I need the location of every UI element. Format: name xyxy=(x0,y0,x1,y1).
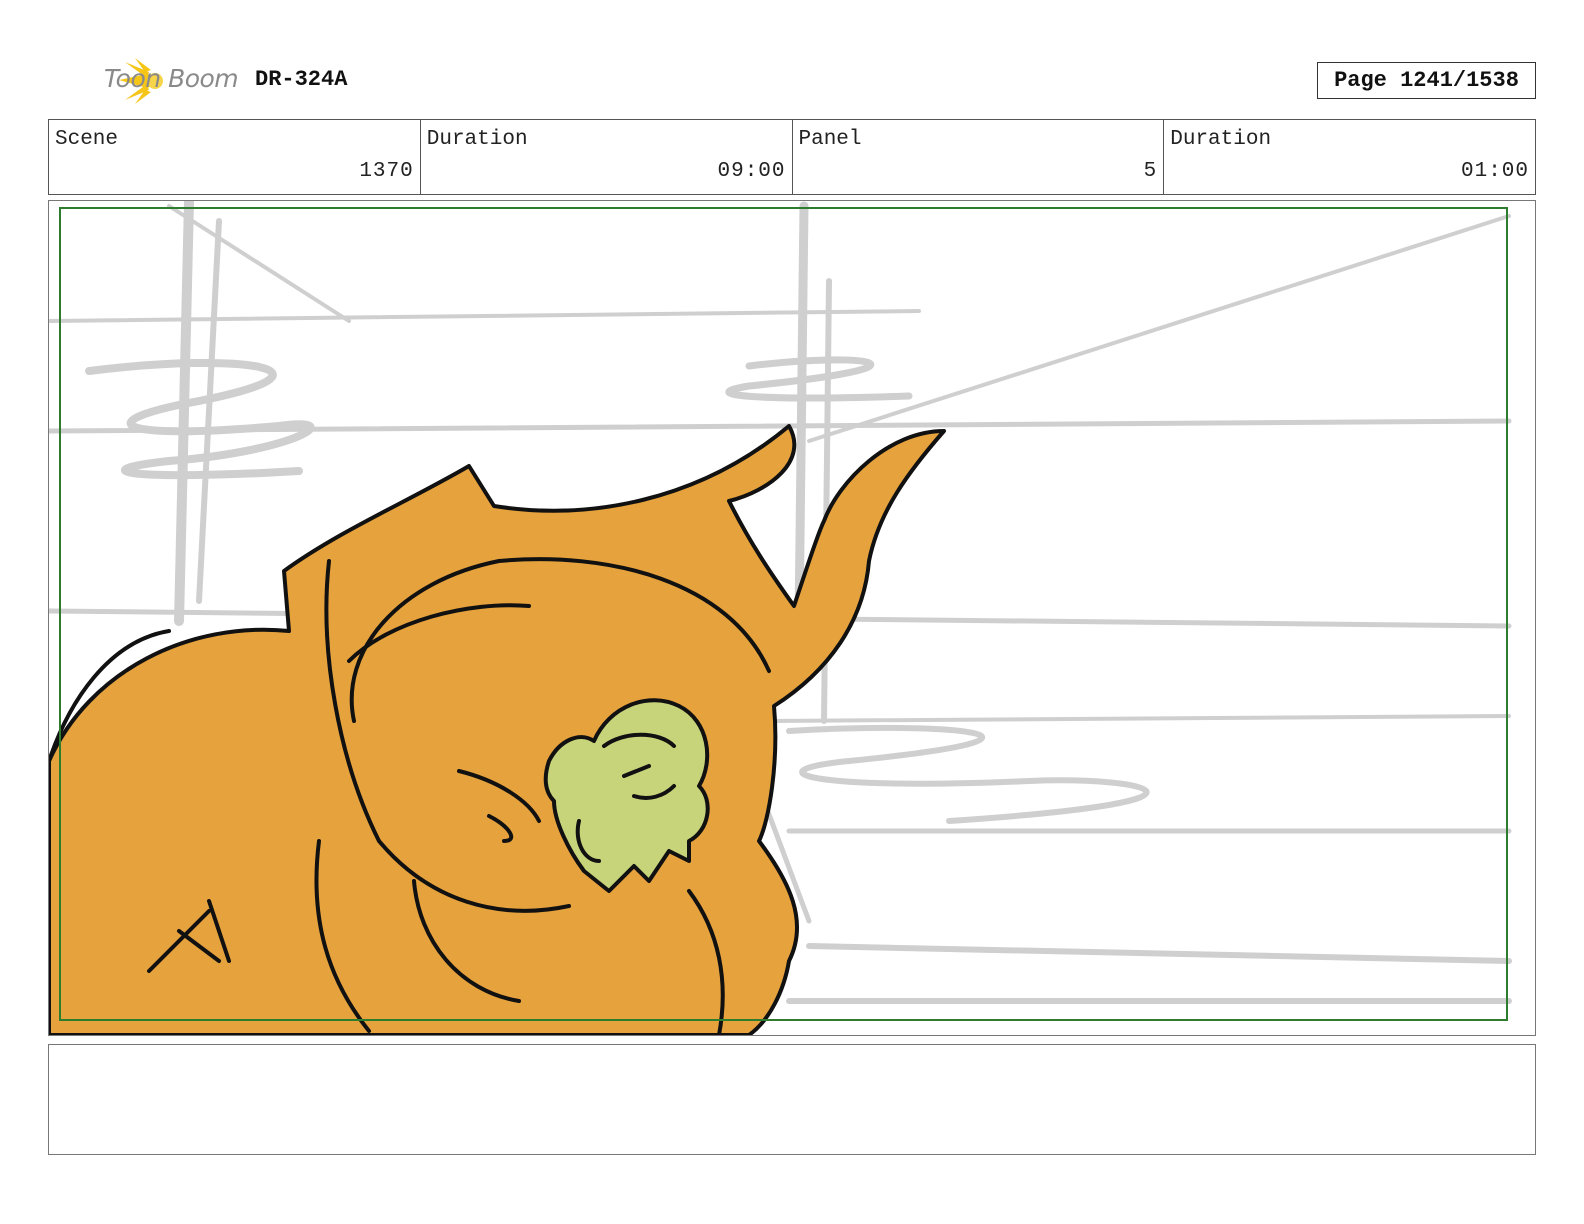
scene-cell: Scene 1370 xyxy=(49,120,421,194)
panel-duration-cell: Duration 01:00 xyxy=(1164,120,1535,194)
scene-duration-value: 09:00 xyxy=(717,160,786,183)
panel-duration-label: Duration xyxy=(1170,128,1272,151)
panel-value: 5 xyxy=(1143,160,1158,183)
logo-wordmark: Toon Boom xyxy=(104,64,239,93)
panel-notes-box[interactable] xyxy=(48,1044,1536,1155)
scene-label: Scene xyxy=(55,128,119,151)
panel-cell: Panel 5 xyxy=(793,120,1165,194)
page-header: Toon Boom DR-324A Page 1241/1538 xyxy=(0,0,1584,118)
scene-duration-label: Duration xyxy=(426,128,528,151)
scene-info-row: Scene 1370 Duration 09:00 Panel 5 Durati… xyxy=(48,119,1536,195)
panel-label: Panel xyxy=(798,128,862,151)
scene-duration-cell: Duration 09:00 xyxy=(421,120,793,194)
storyboard-panel xyxy=(48,200,1536,1036)
panel-sketch xyxy=(49,201,1512,1035)
panel-duration-value: 01:00 xyxy=(1460,160,1529,183)
scene-value: 1370 xyxy=(359,160,414,183)
document-id: DR-324A xyxy=(255,67,348,92)
page-indicator: Page 1241/1538 xyxy=(1317,62,1536,99)
